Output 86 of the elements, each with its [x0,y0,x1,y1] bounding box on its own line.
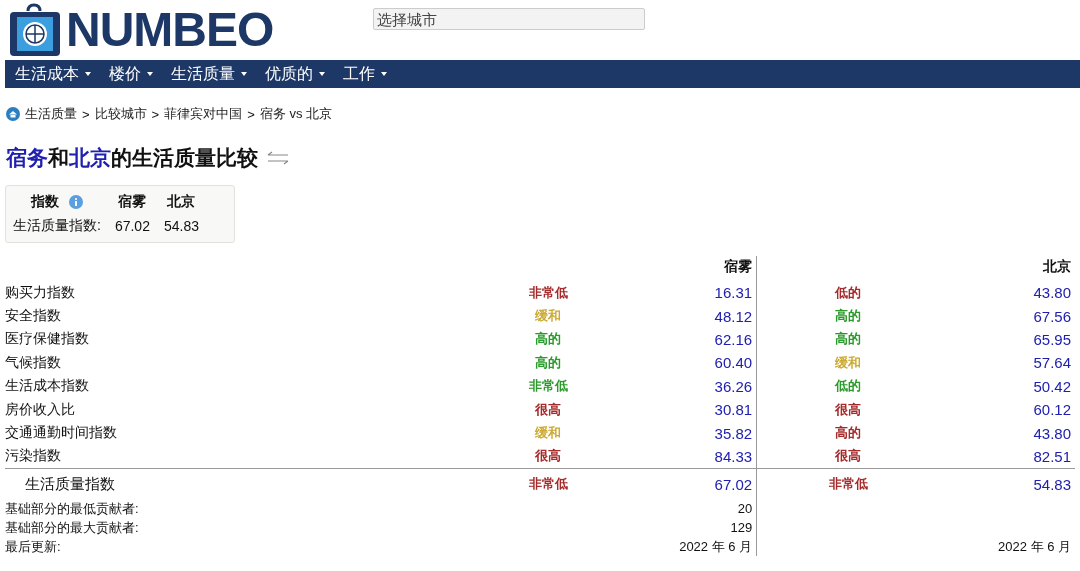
page-title: 宿务和北京的生活质量比较 [6,145,258,171]
row-label: 购买力指数 [5,283,75,300]
rating-label: 高的 [535,354,562,370]
rating-label: 很高 [535,401,562,417]
row-label: 房价收入比 [5,400,75,417]
row-label: 生活质量指数 [25,474,115,492]
table-cell-text: 67.02 [113,217,151,236]
nav-menu-item[interactable]: 楼价 [103,60,159,88]
rating-label: 非常低 [828,476,868,492]
index-value[interactable]: 35.82 [714,424,753,442]
breadcrumb-separator: > [151,106,160,122]
index-value[interactable]: 67.02 [714,475,753,493]
caret-icon [319,72,325,76]
index-value[interactable]: 57.64 [1033,354,1071,372]
caret-icon [147,72,153,76]
index-value[interactable]: 48.12 [714,307,753,325]
rating-label: 很高 [835,448,862,464]
breadcrumb-separator: > [247,106,255,122]
rating-label: 低的 [835,284,862,300]
site-logo[interactable]: NUMBEO [66,6,274,54]
index-value[interactable]: 60.40 [714,354,753,372]
search-field[interactable]: 选择城市 [373,8,646,30]
table-cell-text: 54.83 [162,217,200,236]
row-label: 最后更新: [5,538,61,554]
rating-label: 缓和 [835,354,862,370]
column-header: 宿雾 [620,256,757,281]
breadcrumb-separator: > [82,106,90,122]
row-label: 医疗保健指数 [5,330,89,347]
caret-icon [85,72,91,76]
row-label: 气候指数 [5,353,61,370]
rating-label: 缓和 [535,425,562,441]
index-value[interactable]: 43.80 [1033,284,1071,302]
table-cell: 129 [730,520,753,536]
column-header: 北京 [166,192,197,211]
index-value[interactable]: 50.42 [1033,377,1071,395]
city-link[interactable]: 宿务 [6,146,48,169]
column-header: 宿雾 [117,192,148,211]
row-label: 安全指数 [5,307,61,324]
rating-label: 高的 [535,331,562,347]
nav-menu-item[interactable]: 优质的 [259,60,331,88]
index-value[interactable]: 43.80 [1033,424,1071,442]
index-value[interactable]: 54.83 [1033,475,1071,493]
rating-label: 非常低 [528,284,568,300]
row-label: 污染指数 [5,447,61,464]
caret-icon [241,72,247,76]
row-label: 基础部分的最低贡献者: [5,500,139,516]
index-value[interactable]: 30.81 [714,401,753,419]
nav-menu-item[interactable]: 生活成本 [9,60,97,88]
table-cell: 2022 年 6 月 [998,538,1071,554]
home-icon[interactable] [6,107,20,121]
row-label: 基础部分的最大贡献者: [5,519,139,535]
table-cell: 2022 年 6 月 [679,538,753,554]
breadcrumb-link[interactable]: 宿务 vs 北京 [259,105,332,123]
row-label: 生活成本指数 [5,377,89,394]
rating-label: 非常低 [528,378,568,394]
rating-label: 高的 [835,425,862,441]
rating-label: 高的 [835,331,862,347]
rating-label: 非常低 [528,476,568,492]
breadcrumb-link[interactable]: 菲律宾对中国 [164,105,243,123]
breadcrumb-link[interactable]: 生活质量 [25,105,77,123]
index-value[interactable]: 82.51 [1033,447,1071,465]
index-value[interactable]: 36.26 [714,377,753,395]
index-value[interactable]: 62.16 [714,330,753,348]
column-header: 指数 [30,193,59,211]
index-value[interactable]: 67.56 [1033,307,1071,325]
nav-menu-item[interactable]: 工作 [337,60,393,88]
breadcrumb-link[interactable]: 比较城市 [94,105,147,123]
rating-label: 很高 [535,448,562,464]
column-header: 北京 [1042,257,1072,276]
rating-label: 高的 [835,308,862,324]
rating-label: 缓和 [535,308,562,324]
index-value[interactable]: 60.12 [1033,401,1071,419]
caret-icon [381,72,387,76]
rating-label: 低的 [835,378,862,394]
index-value[interactable]: 16.31 [714,284,753,302]
index-value[interactable]: 65.95 [1033,330,1071,348]
swap-arrows-icon[interactable] [266,151,290,165]
info-icon[interactable] [68,195,83,209]
table-cell: 20 [737,501,753,517]
table-cell-text: 生活质量指数: [12,216,102,235]
nav-menu-item[interactable]: 生活质量 [165,60,253,88]
suitcase-globe-icon [8,3,62,57]
rating-label: 很高 [835,401,862,417]
row-label: 交通通勤时间指数 [5,424,117,441]
index-value[interactable]: 84.33 [714,447,753,465]
city-link[interactable]: 北京 [69,146,111,169]
